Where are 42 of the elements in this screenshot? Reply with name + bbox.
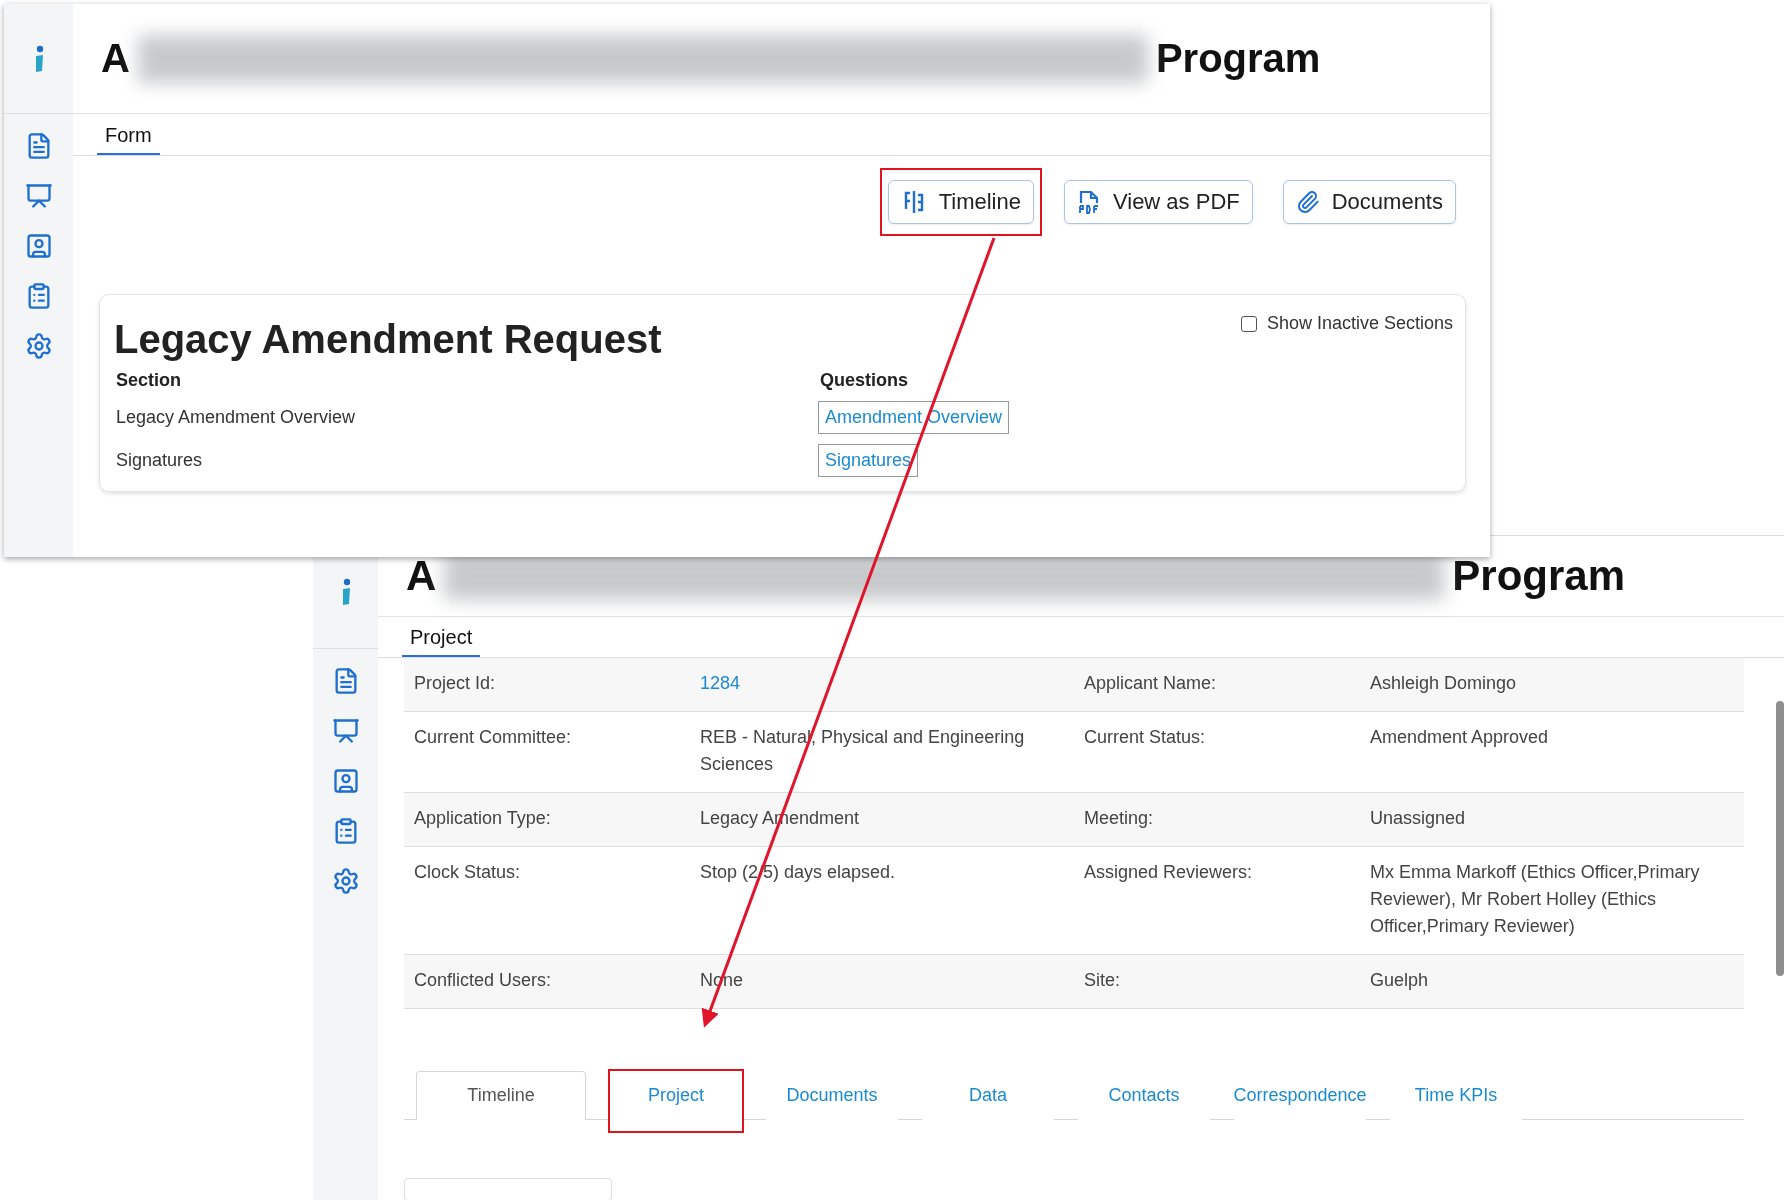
- settings-icon[interactable]: [24, 332, 53, 360]
- card-title: Legacy Amendment Request: [114, 317, 662, 362]
- section-tab[interactable]: Timeline: [416, 1070, 586, 1120]
- question-link[interactable]: Amendment Overview: [818, 401, 1010, 434]
- column-header: Questions: [819, 370, 909, 391]
- field-value: Mx Emma Markoff (Ethics Officer,Primary Reviewer), Mr Robert Holley (Ethics Officer,Primary Reviewer): [1369, 860, 1701, 938]
- contact-card-icon[interactable]: [24, 232, 53, 260]
- field-value: Guelph: [1369, 968, 1430, 992]
- page-tab[interactable]: Form: [97, 124, 160, 155]
- field-value: Unassigned: [1369, 806, 1467, 830]
- field-label: Application Type:: [413, 806, 552, 830]
- paperclip-icon: [1295, 190, 1320, 214]
- section-name: Signatures: [115, 450, 204, 471]
- presentation-icon[interactable]: [24, 182, 53, 210]
- field-label: Clock Status:: [413, 860, 522, 884]
- action-button[interactable]: Documents: [1282, 180, 1456, 224]
- page-title: A: [101, 36, 130, 81]
- scrollbar-thumb[interactable]: [1776, 701, 1784, 976]
- page-tab[interactable]: Project: [402, 625, 481, 657]
- field-label: Project Id:: [413, 671, 497, 695]
- field-value: Ashleigh Domingo: [1369, 671, 1518, 695]
- settings-icon[interactable]: [331, 867, 360, 895]
- contact-card-icon[interactable]: [331, 767, 360, 795]
- field-label: Site:: [1083, 968, 1122, 992]
- pdf-file-icon: [1076, 189, 1101, 215]
- page-title: A: [406, 551, 437, 600]
- page-title: Program: [1452, 551, 1626, 600]
- question-link[interactable]: Signatures: [818, 444, 919, 477]
- field-label: Conflicted Users:: [413, 968, 553, 992]
- field-label: Current Committee:: [413, 725, 573, 749]
- section-name: Legacy Amendment Overview: [115, 407, 357, 428]
- field-label: Meeting:: [1083, 806, 1155, 830]
- field-link[interactable]: 1284: [690, 669, 1074, 697]
- field-label: Applicant Name:: [1083, 671, 1218, 695]
- action-button[interactable]: View as PDF: [1063, 180, 1253, 224]
- field-value: Amendment Approved: [1369, 725, 1550, 749]
- field-label: Assigned Reviewers:: [1083, 860, 1254, 884]
- page-title: Program: [1155, 36, 1321, 81]
- action-button[interactable]: Timeline: [887, 180, 1034, 224]
- column-header: Section: [115, 370, 182, 391]
- presentation-icon[interactable]: [331, 717, 360, 745]
- field-label: Current Status:: [1083, 725, 1207, 749]
